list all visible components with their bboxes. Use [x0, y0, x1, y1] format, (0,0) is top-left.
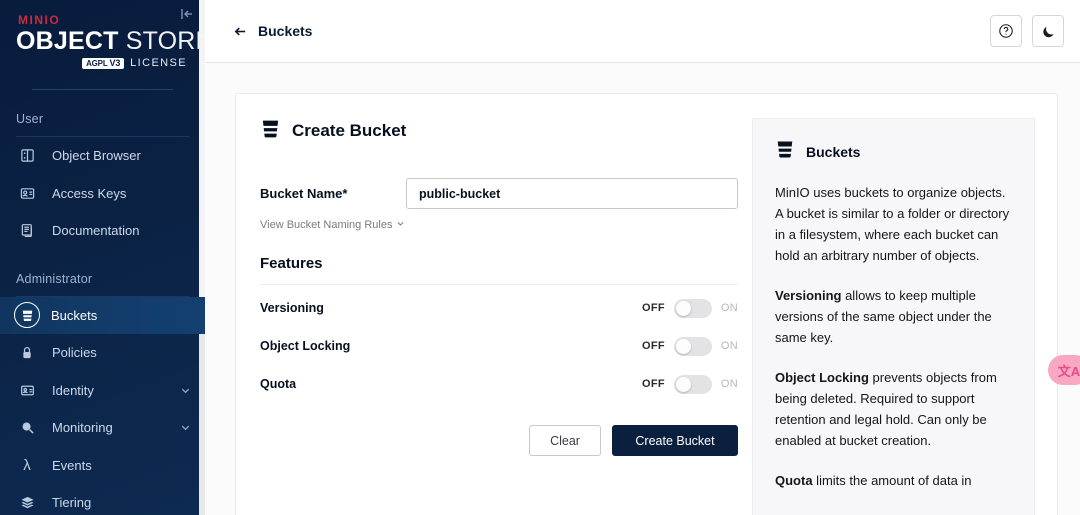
sidebar-item-policies[interactable]: Policies [0, 334, 205, 372]
topbar: Buckets [205, 0, 1080, 63]
toggle-knob [675, 300, 691, 316]
breadcrumb[interactable]: Buckets [258, 23, 312, 39]
main-area: Buckets Create Bucket Bucket Name* publi… [205, 0, 1080, 515]
toggle-knob [675, 338, 691, 354]
access-keys-icon [16, 186, 38, 201]
sidebar-item-label: Object Browser [52, 148, 141, 164]
documentation-icon [16, 223, 38, 238]
toggle-off-label: OFF [641, 302, 665, 314]
chevron-down-icon[interactable] [180, 385, 191, 396]
help-panel-title: Buckets [806, 143, 861, 160]
help-paragraph-text: MinIO uses buckets to organize objects. … [775, 185, 1010, 263]
sidebar-item-label: Monitoring [52, 420, 113, 436]
logo-brand-text: MINIO [18, 13, 61, 27]
logo-license-row: AGPL V3 LICENSE [16, 57, 189, 69]
toggle-on-label: ON [720, 340, 738, 352]
feature-label: Quota [260, 377, 297, 391]
agpl-badge-text: AGPL [86, 58, 108, 68]
sidebar-item-object-browser[interactable]: Object Browser [0, 137, 205, 175]
tiering-layers-icon [16, 495, 38, 510]
help-paragraph-lead: Quota [775, 473, 813, 488]
toggle-on-label: ON [720, 378, 738, 390]
sidebar-item-access-keys[interactable]: Access Keys [0, 175, 205, 213]
monitoring-magnifier-icon [16, 420, 38, 435]
translate-widget-icon[interactable]: 文A [1048, 355, 1080, 385]
help-paragraph-versioning: Versioning allows to keep multiple versi… [775, 285, 1012, 348]
features-heading: Features [260, 255, 738, 285]
logo-title-bold: OBJECT [16, 27, 119, 55]
content-area: Create Bucket Bucket Name* View Bucket N… [205, 63, 1080, 515]
naming-rules-label: View Bucket Naming Rules [260, 219, 393, 231]
sidebar-item-label: Events [52, 457, 92, 473]
sidebar-item-monitoring[interactable]: Monitoring [0, 409, 205, 447]
help-paragraph-buckets: MinIO uses buckets to organize objects. … [775, 182, 1012, 266]
clear-button[interactable]: Clear [529, 425, 601, 456]
help-circle-icon[interactable] [990, 15, 1022, 47]
bucket-icon [14, 302, 40, 329]
help-paragraph-object-locking: Object Locking prevents objects from bei… [775, 367, 1012, 451]
toggle-on-label: ON [720, 302, 738, 314]
logo-title: OBJECT STORE [16, 27, 205, 55]
sidebar-divider [32, 89, 173, 90]
sidebar-item-label: Documentation [52, 223, 140, 239]
help-paragraph-lead: Versioning [775, 288, 842, 303]
logo-title-light: STORE [125, 27, 205, 55]
collapse-sidebar-icon[interactable] [179, 6, 195, 22]
view-bucket-naming-rules-link[interactable]: View Bucket Naming Rules [260, 219, 405, 231]
sidebar-item-label: Identity [52, 382, 94, 398]
events-lambda-icon: λ [23, 456, 31, 474]
sidebar-item-buckets[interactable]: Buckets [0, 296, 205, 334]
toggle-off-label: OFF [641, 340, 665, 352]
feature-label: Object Locking [260, 339, 351, 353]
sidebar-section-administrator: Administrator [16, 271, 93, 286]
sidebar-section-user: User [16, 112, 44, 126]
toggle-off-label: OFF [641, 378, 665, 390]
bucket-name-input[interactable] [406, 178, 738, 209]
app-root: MINIO OBJECT STORE AGPL V3 LICENSE User O… [0, 0, 1080, 515]
help-paragraph-quota: Quota limits the amount of data in [775, 470, 1012, 491]
help-paragraph-text: limits the amount of data in [812, 473, 972, 488]
card-title-row: Create Bucket [260, 118, 738, 144]
create-bucket-card: Create Bucket Bucket Name* View Bucket N… [235, 93, 1058, 515]
chevron-down-icon [396, 219, 405, 231]
form-actions: Clear Create Bucket [260, 425, 738, 456]
agpl-badge-version: V3 [109, 57, 121, 68]
help-panel-title-row: Buckets [775, 139, 1012, 164]
bucket-name-label: Bucket Name* [260, 186, 348, 201]
sidebar-item-identity[interactable]: Identity [0, 372, 205, 410]
back-arrow-icon[interactable] [233, 24, 248, 39]
sidebar: MINIO OBJECT STORE AGPL V3 LICENSE User O… [0, 0, 205, 515]
toggle-knob [675, 376, 691, 392]
create-bucket-button[interactable]: Create Bucket [612, 425, 738, 456]
page-title: Create Bucket [292, 121, 407, 140]
create-bucket-form: Create Bucket Bucket Name* View Bucket N… [260, 118, 752, 515]
dark-mode-moon-icon[interactable] [1032, 15, 1064, 47]
help-panel: Buckets MinIO uses buckets to organize o… [752, 118, 1035, 515]
agpl-badge: AGPL V3 [82, 57, 125, 69]
feature-row-object-locking: Object Locking OFF ON [260, 331, 738, 361]
quota-toggle[interactable] [673, 374, 712, 394]
feature-row-quota: Quota OFF ON [260, 369, 738, 399]
bucket-name-row: Bucket Name* [260, 178, 738, 209]
sidebar-item-events[interactable]: λ Events [0, 447, 205, 485]
sidebar-item-tiering[interactable]: Tiering [0, 484, 205, 515]
bucket-icon [775, 139, 795, 164]
object-locking-toggle[interactable] [673, 336, 712, 356]
sidebar-item-label: Policies [52, 345, 97, 361]
feature-label: Versioning [260, 301, 324, 315]
feature-row-versioning: Versioning OFF ON [260, 293, 738, 323]
sidebar-item-documentation[interactable]: Documentation [0, 212, 205, 250]
policies-lock-icon [16, 346, 38, 360]
sidebar-item-label: Buckets [51, 307, 98, 323]
license-label: LICENSE [130, 57, 187, 69]
object-browser-icon [16, 148, 38, 163]
identity-icon [16, 383, 38, 398]
sidebar-item-label: Tiering [52, 495, 92, 511]
sidebar-logo: MINIO OBJECT STORE AGPL V3 LICENSE [0, 0, 205, 90]
chevron-down-icon[interactable] [180, 422, 191, 433]
help-paragraph-lead: Object Locking [775, 370, 869, 385]
sidebar-item-label: Access Keys [52, 185, 127, 201]
versioning-toggle[interactable] [673, 298, 712, 318]
bucket-icon [260, 118, 281, 144]
